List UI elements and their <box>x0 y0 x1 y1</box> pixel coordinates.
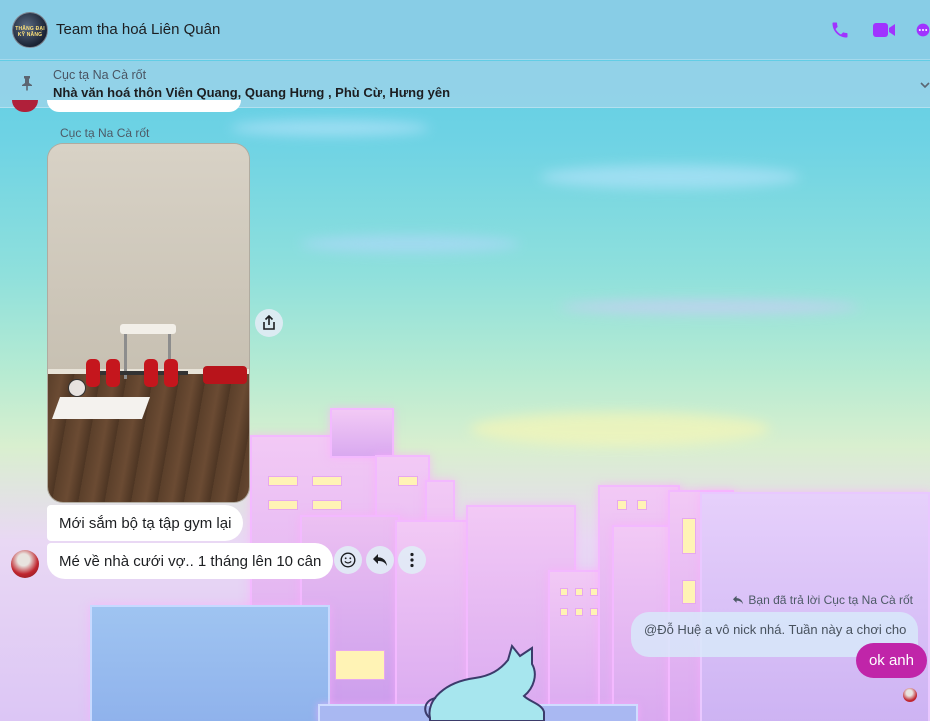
more-actions-button[interactable] <box>398 546 426 574</box>
reply-icon <box>373 554 387 566</box>
photo-message[interactable] <box>47 143 250 503</box>
video-camera-icon[interactable] <box>872 18 896 42</box>
previous-message-bubble <box>47 100 241 112</box>
phone-icon[interactable] <box>828 18 852 42</box>
sender-name: Cục tạ Na Cà rốt <box>60 126 150 140</box>
reply-button[interactable] <box>366 546 394 574</box>
reply-indicator: Bạn đã trả lời Cục tạ Na Cà rốt <box>732 593 913 607</box>
chat-title[interactable]: Team tha hoá Liên Quân <box>56 21 220 38</box>
reply-note-text: Bạn đã trả lời Cục tạ Na Cà rốt <box>748 593 913 607</box>
share-button[interactable] <box>255 309 283 337</box>
chevron-down-icon[interactable] <box>920 77 930 95</box>
reply-icon <box>733 595 744 605</box>
smiley-icon <box>340 552 356 568</box>
header-actions <box>828 18 930 42</box>
pin-icon <box>20 75 34 96</box>
chat-header: THĂNG ĐẠI KỸ NĂNG Team tha hoá Liên Quân <box>0 0 930 60</box>
seen-receipt-avatar <box>903 688 917 702</box>
message-bubble[interactable]: Mới sắm bộ tạ tập gym lại <box>47 505 244 541</box>
pinned-text: Nhà văn hoá thôn Viên Quang, Quang Hưng … <box>53 85 451 100</box>
share-icon <box>263 315 275 330</box>
group-avatar[interactable]: THĂNG ĐẠI KỸ NĂNG <box>12 11 48 48</box>
avatar[interactable] <box>11 550 39 578</box>
message-bubble[interactable]: Mé về nhà cưới vợ.. 1 tháng lên 10 cân <box>47 543 334 579</box>
react-button[interactable] <box>334 546 362 574</box>
vertical-dots-icon <box>410 552 414 568</box>
more-options-icon[interactable] <box>916 18 930 42</box>
my-message-bubble[interactable]: ok anh <box>855 643 927 678</box>
pinned-sender: Cục tạ Na Cà rốt <box>53 68 147 82</box>
cat-illustration <box>424 643 545 721</box>
media-type-icon <box>68 379 86 397</box>
group-avatar-text: THĂNG ĐẠI KỸ NĂNG <box>15 25 45 38</box>
